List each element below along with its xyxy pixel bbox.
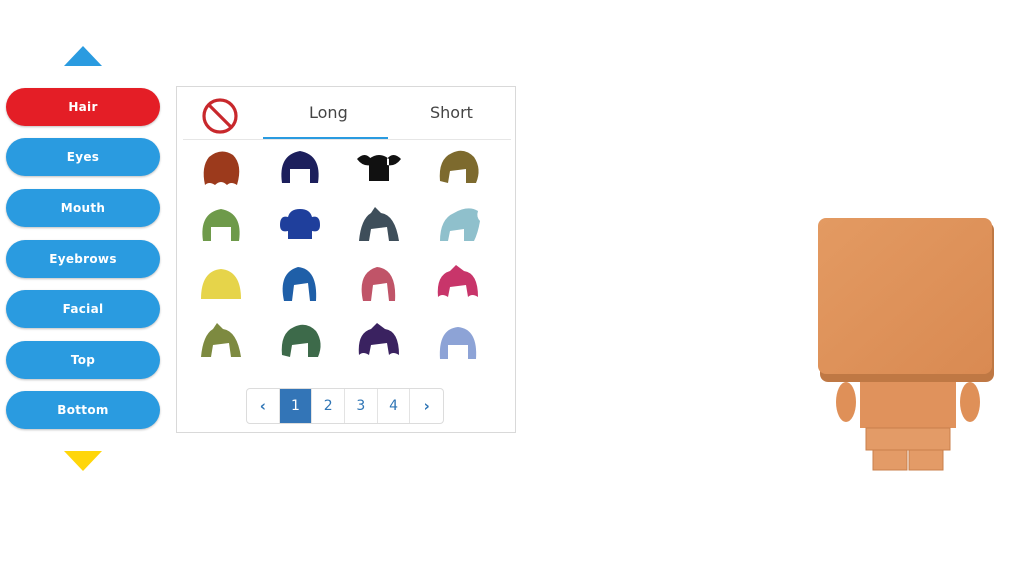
item-panel: Long Short ‹ 1 2 3 4 › [176, 86, 516, 433]
character-body [818, 218, 994, 471]
hair-item-12[interactable] [434, 261, 482, 305]
hair-item-5[interactable] [197, 203, 245, 247]
hair-item-15[interactable] [355, 319, 403, 363]
hair-item-2[interactable] [276, 145, 324, 189]
hair-item-7[interactable] [355, 203, 403, 247]
hair-bob-icon [202, 209, 240, 241]
tab-divider [183, 139, 511, 140]
hair-item-6[interactable] [276, 203, 324, 247]
hair-spiky-icon [359, 207, 399, 241]
prev-page-button[interactable]: ‹ [247, 389, 280, 423]
hair-messy-icon [439, 150, 479, 183]
page-1-button[interactable]: 1 [279, 389, 313, 423]
hair-item-16[interactable] [434, 319, 482, 363]
category-hair-button[interactable]: Hair [6, 88, 160, 126]
category-bottom-button[interactable]: Bottom [6, 391, 160, 429]
character-preview[interactable] [818, 218, 998, 474]
hair-item-9[interactable] [197, 261, 245, 305]
category-top-button[interactable]: Top [6, 341, 160, 379]
hair-item-3[interactable] [355, 145, 403, 189]
hair-item-11[interactable] [355, 261, 403, 305]
scroll-down-arrow-icon[interactable] [64, 451, 102, 471]
category-mouth-button[interactable]: Mouth [6, 189, 160, 227]
tab-long[interactable]: Long [309, 103, 348, 122]
category-facial-button[interactable]: Facial [6, 290, 160, 328]
hair-bob-icon [281, 151, 319, 183]
hair-wavy-icon [358, 323, 399, 355]
hair-item-1[interactable] [197, 145, 245, 189]
hair-long-icon [282, 267, 317, 301]
hair-curly-icon [203, 151, 240, 185]
hair-item-4[interactable] [434, 145, 482, 189]
page-2-button[interactable]: 2 [312, 389, 346, 423]
hair-straight-icon [201, 269, 241, 299]
hair-pigtails-icon [357, 155, 401, 181]
hair-side-icon [440, 208, 480, 241]
tab-short[interactable]: Short [430, 103, 473, 122]
page-3-button[interactable]: 3 [345, 389, 378, 423]
pagination: ‹ 1 2 3 4 › [246, 388, 444, 424]
prohibited-icon[interactable] [201, 97, 239, 135]
hair-spiky-icon [201, 323, 241, 357]
hair-item-14[interactable] [276, 319, 324, 363]
hair-helmet-icon [439, 327, 477, 359]
category-eyebrows-button[interactable]: Eyebrows [6, 240, 160, 278]
hair-item-13[interactable] [197, 319, 245, 363]
hair-long-icon [361, 267, 396, 301]
hair-wavy-icon [437, 265, 478, 297]
hair-messy-icon [281, 324, 321, 357]
category-eyes-button[interactable]: Eyes [6, 138, 160, 176]
hair-item-8[interactable] [434, 203, 482, 247]
page-4-button[interactable]: 4 [378, 389, 411, 423]
scroll-up-arrow-icon[interactable] [64, 46, 102, 66]
hair-item-10[interactable] [276, 261, 324, 305]
next-page-button[interactable]: › [410, 389, 443, 423]
hair-buns-icon [280, 209, 320, 239]
